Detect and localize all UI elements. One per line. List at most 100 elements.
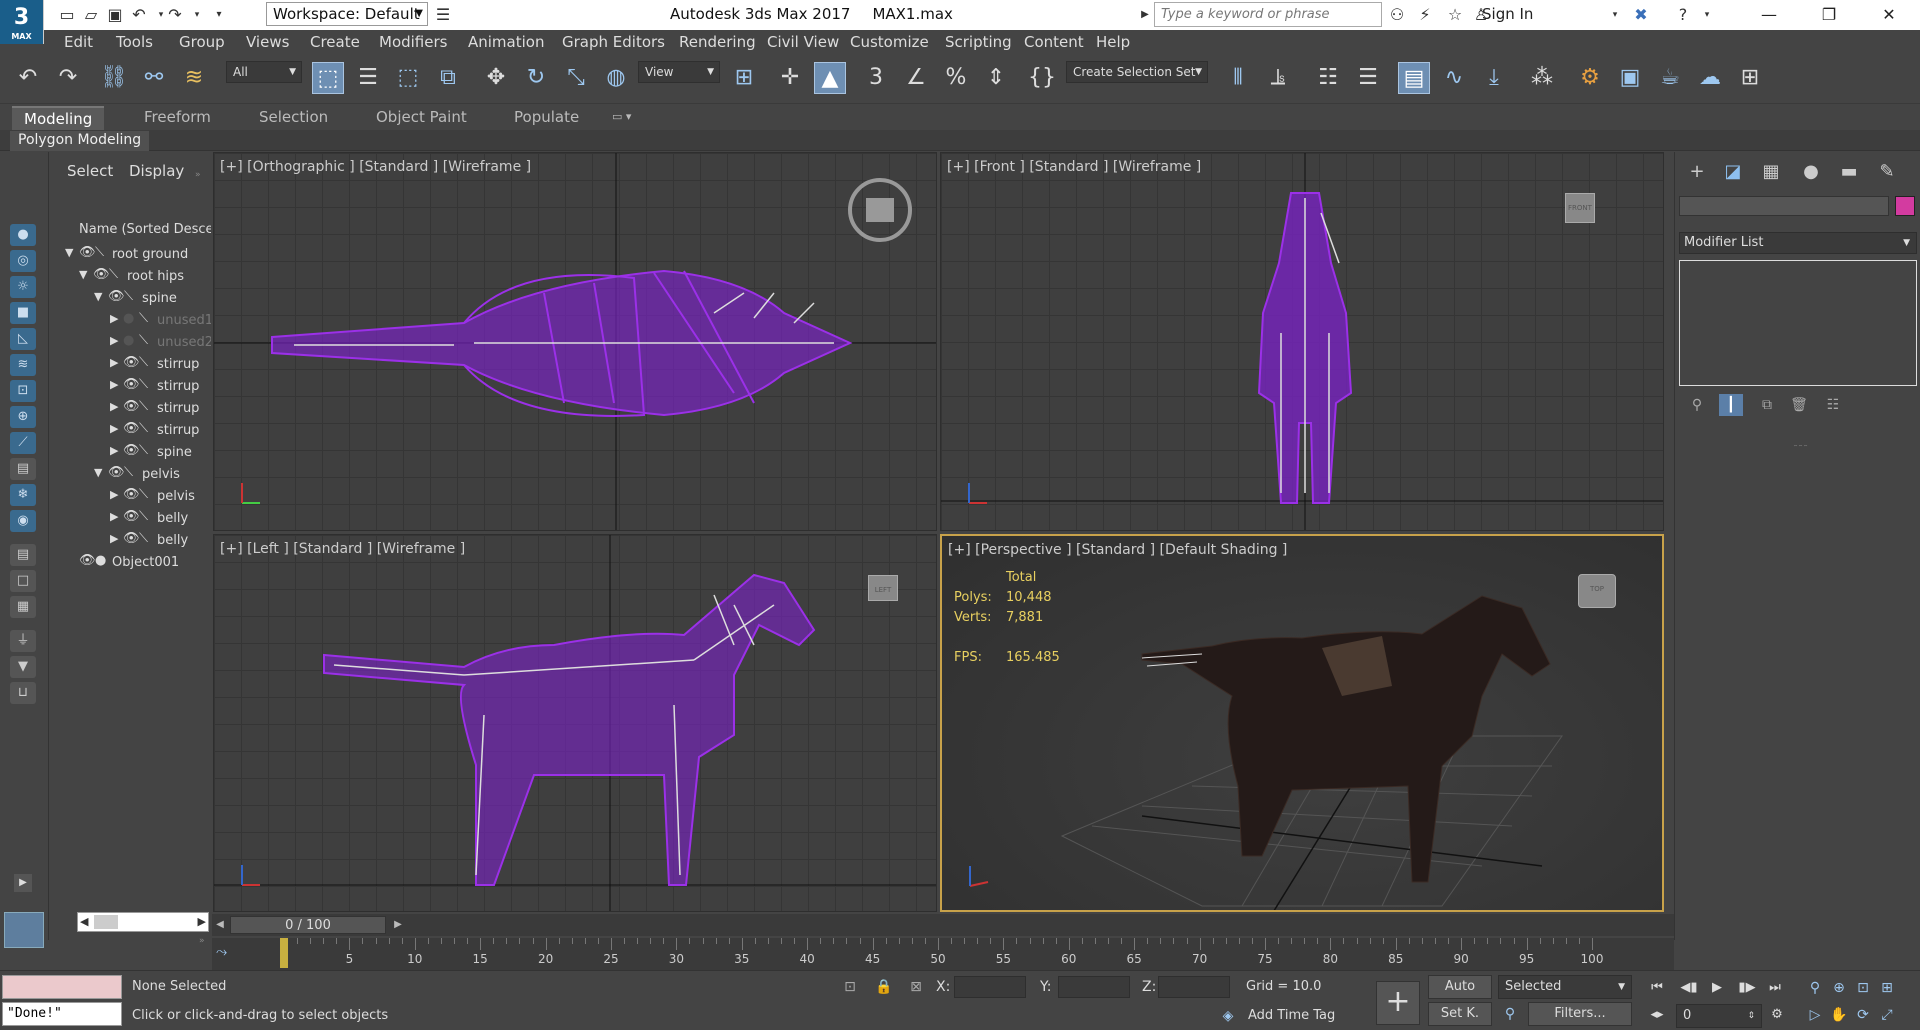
modify-panel-icon[interactable]: ◪ [1719, 158, 1747, 186]
key-filter-icon[interactable]: ⚲ [1500, 1004, 1520, 1024]
help-icon[interactable]: ? [1672, 4, 1694, 26]
collapse-triangle-icon[interactable]: ▼ [65, 246, 73, 259]
modifier-stack[interactable] [1679, 260, 1917, 386]
field-of-view-icon[interactable]: ▷ [1804, 1004, 1826, 1026]
move-icon[interactable]: ✥ [480, 62, 512, 94]
menu-content[interactable]: Content [1024, 33, 1084, 51]
select-by-name-icon[interactable]: ☰ [352, 62, 384, 94]
help-chevron-icon[interactable]: ▾ [1696, 4, 1718, 26]
eye-hidden-icon[interactable]: ● [123, 311, 134, 326]
set-key-mode-button[interactable]: Set K. [1428, 1002, 1492, 1026]
object-name-field[interactable] [1679, 196, 1889, 216]
display-none-icon[interactable]: □ [10, 570, 36, 592]
display-containers-icon[interactable]: ▤ [10, 458, 36, 480]
expand-triangle-icon[interactable]: ▶ [110, 400, 118, 413]
filter-funnel-icon[interactable]: ⏚ [10, 630, 36, 652]
spinner-snap-icon[interactable]: ⇕ [980, 62, 1012, 94]
make-unique-icon[interactable]: ⧉ [1755, 394, 1779, 416]
display-hidden-icon[interactable]: ◉ [10, 510, 36, 532]
previous-frame-icon[interactable]: ◀▮ [1678, 977, 1700, 999]
new-file-icon[interactable]: ▭ [56, 4, 78, 26]
tab-populate[interactable]: Populate [502, 106, 591, 130]
eye-icon[interactable]: 👁 [123, 355, 140, 370]
auto-key-button[interactable]: Auto [1428, 975, 1492, 999]
restore-button[interactable]: ❐ [1806, 0, 1852, 30]
selection-lock-icon[interactable]: 🔒 [874, 977, 894, 997]
viewport-front[interactable]: [+] [Front ] [Standard ] [Wireframe ] FR… [940, 152, 1664, 531]
rotate-icon[interactable]: ↻ [520, 62, 552, 94]
zoom-extents-all-icon[interactable]: ⊞ [1876, 977, 1898, 999]
panel-resize-icon[interactable]: » [199, 936, 205, 946]
menu-graph-editors[interactable]: Graph Editors [562, 33, 665, 51]
tab-modeling[interactable]: Modeling [12, 106, 105, 130]
tree-row[interactable]: ▼ 👁 ⟍ root ground [49, 244, 211, 266]
remove-modifier-icon[interactable]: 🗑 [1787, 394, 1811, 416]
undo-icon[interactable]: ↶ [128, 4, 150, 26]
percent-snap-icon[interactable]: % [940, 62, 972, 94]
viewcube[interactable] [866, 198, 894, 222]
tree-row[interactable]: ▶ 👁 ⟍ stirrup [49, 354, 211, 376]
modifier-list-dropdown[interactable]: Modifier List ▼ [1679, 232, 1917, 254]
redo-history-chevron-icon[interactable]: ▾ [186, 4, 208, 26]
isolate-selection-icon[interactable]: ⊡ [840, 977, 860, 997]
polygon-modeling-label[interactable]: Polygon Modeling [10, 131, 150, 151]
eye-icon[interactable]: 👁 [123, 531, 140, 546]
maxscript-listener-input[interactable] [2, 975, 122, 999]
key-filters-button[interactable]: Filters... [1528, 1002, 1632, 1026]
search-expand-icon[interactable]: ▶ [1134, 4, 1156, 26]
edit-named-selection-icon[interactable]: {} [1026, 62, 1058, 94]
undo-icon[interactable]: ↶ [12, 62, 44, 94]
eye-icon[interactable]: 👁 [93, 267, 110, 282]
tree-row[interactable]: ▶ 👁 ⟍ spine [49, 442, 211, 464]
scroll-thumb[interactable] [94, 915, 118, 929]
sign-in-link[interactable]: Sign In [1482, 5, 1533, 23]
viewport-label[interactable]: [+] [Left ] [Standard ] [Wireframe ] [220, 541, 465, 557]
object-color-swatch[interactable] [1895, 196, 1915, 216]
eye-icon[interactable]: 👁 [79, 245, 96, 260]
menu-civil-view[interactable]: Civil View [767, 33, 839, 51]
menu-help[interactable]: Help [1096, 33, 1130, 51]
tree-row[interactable]: ▶ 👁 ⟍ stirrup [49, 376, 211, 398]
tree-row[interactable]: ▼ 👁 ⟍ root hips [49, 266, 211, 288]
display-geometry-icon[interactable]: ● [10, 224, 36, 246]
workspace-menu-icon[interactable]: ☰ [432, 4, 454, 26]
viewport-orthographic[interactable]: [+] [Orthographic ] [Standard ] [Wirefra… [213, 152, 937, 531]
display-panel-icon[interactable]: ▬ [1835, 158, 1863, 186]
display-bones-icon[interactable]: ⟋ [10, 432, 36, 454]
redo-icon[interactable]: ↷ [52, 62, 84, 94]
current-frame-field[interactable]: 0 ⇕ [1676, 1004, 1762, 1028]
go-to-end-icon[interactable]: ⏭ [1764, 977, 1786, 999]
column-header-name[interactable]: Name (Sorted Descending) [79, 222, 211, 242]
bind-space-warp-icon[interactable]: ≋ [178, 62, 210, 94]
manage-layers-icon[interactable]: ⊔ [10, 682, 36, 704]
tree-row[interactable]: ▶ 👁 ⟍ belly [49, 530, 211, 552]
menu-group[interactable]: Group [179, 33, 225, 51]
tab-select[interactable]: Select [67, 162, 113, 180]
y-coordinate-field[interactable] [1058, 976, 1130, 998]
filter-icon[interactable]: ▼ [10, 656, 36, 678]
communication-center-icon[interactable]: ⚡ [1414, 4, 1436, 26]
rectangular-selection-icon[interactable]: ⬚ [392, 62, 424, 94]
eye-icon[interactable]: 👁 [123, 443, 140, 458]
viewcube[interactable]: FRONT [1565, 193, 1595, 223]
motion-panel-icon[interactable]: ● [1797, 158, 1825, 186]
expand-triangle-icon[interactable]: ▶ [110, 532, 118, 545]
search-input[interactable]: Type a keyword or phrase [1154, 2, 1382, 27]
render-production-icon[interactable]: ☕ [1654, 62, 1686, 94]
expand-triangle-icon[interactable]: ▶ [110, 510, 118, 523]
display-space-warps-icon[interactable]: ≋ [10, 354, 36, 376]
minimize-button[interactable]: — [1746, 0, 1792, 30]
menu-rendering[interactable]: Rendering [679, 33, 756, 51]
link-icon[interactable]: ⛓ [98, 62, 130, 94]
schematic-view-icon[interactable]: ⤓ [1478, 62, 1510, 94]
hierarchy-panel-icon[interactable]: ▦ [1757, 158, 1785, 186]
utilities-panel-icon[interactable]: ✎ [1873, 158, 1901, 186]
tab-display[interactable]: Display [129, 162, 184, 180]
time-configuration-icon[interactable]: ⚙ [1766, 1004, 1788, 1026]
spinner-icon[interactable]: ⇕ [1747, 1005, 1755, 1027]
collapse-triangle-icon[interactable]: ▼ [94, 466, 102, 479]
layers-icon[interactable]: ☰ [1352, 62, 1384, 94]
angle-snap-icon[interactable]: ∠ [900, 62, 932, 94]
panel-collapse-icon[interactable]: » [195, 170, 201, 180]
trackbar[interactable]: ⤳ 05101520253035404550556065707580859095… [212, 938, 1674, 970]
